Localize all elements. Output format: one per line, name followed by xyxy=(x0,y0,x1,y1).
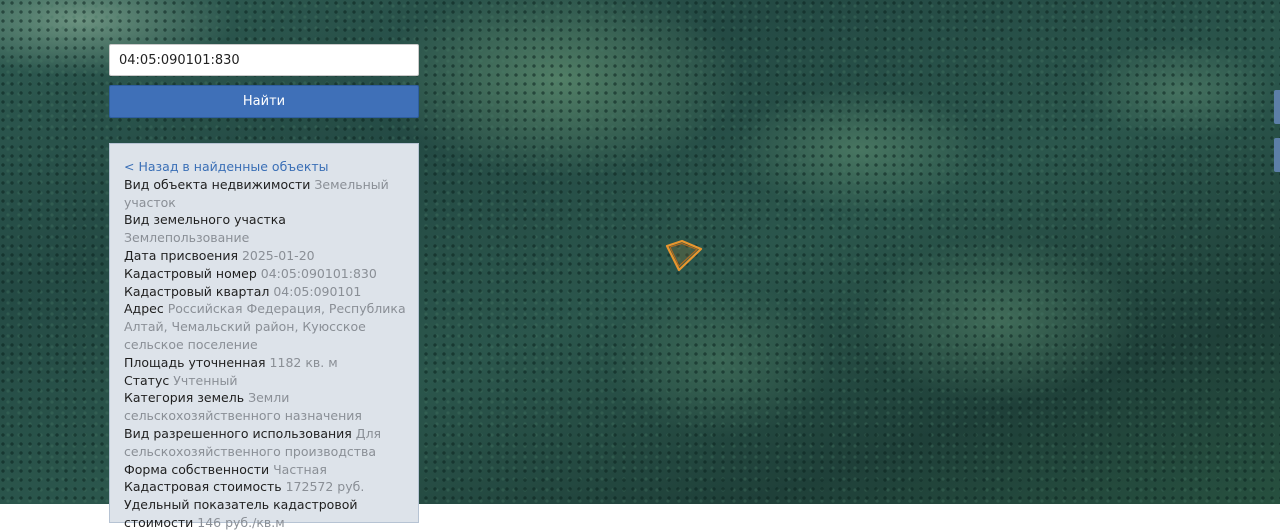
search-input-value: 04:05:090101:830 xyxy=(119,52,240,68)
find-button-label: Найти xyxy=(242,94,286,109)
attribute-label: Вид разрешенного использования xyxy=(124,425,352,441)
attribute-label: Адрес xyxy=(124,301,164,317)
attribute-value: 172572 руб. xyxy=(285,479,365,495)
find-button[interactable]: Найти xyxy=(109,85,419,118)
attribute-value: 1182 кв. м xyxy=(269,354,338,370)
attribute-value: Частная xyxy=(273,461,327,477)
parcel-attribute-row: Кадастровый квартал 04:05:090101 xyxy=(124,283,406,301)
parcel-attribute-row: Кадастровый номер 04:05:090101:830 xyxy=(124,265,406,283)
attribute-label: Кадастровый номер xyxy=(124,265,257,281)
attribute-label: Форма собственности xyxy=(124,461,270,477)
attribute-label: Дата присвоения xyxy=(124,247,238,263)
back-to-results-link[interactable]: < Назад в найденные объекты xyxy=(124,158,406,176)
attribute-value: Учтенный xyxy=(173,372,238,388)
attribute-label: Вид земельного участка xyxy=(124,212,286,228)
attribute-value: Землепользование xyxy=(124,230,250,246)
parcel-attribute-row: Вид разрешенного использования Для сельс… xyxy=(124,425,406,461)
attribute-label: Кадастровая стоимость xyxy=(124,479,282,495)
attribute-label: Статус xyxy=(124,372,170,388)
parcel-outline[interactable] xyxy=(660,236,710,276)
attribute-label: Площадь уточненная xyxy=(124,354,266,370)
map-zoom-in-button[interactable] xyxy=(1274,90,1280,124)
parcel-info-panel: < Назад в найденные объекты Вид объекта … xyxy=(109,143,419,530)
parcel-attribute-row: Кадастровая стоимость 172572 руб. xyxy=(124,478,406,496)
parcel-attribute-row: Адрес Российская Федерация, Республика А… xyxy=(124,300,406,353)
parcel-attribute-row: Удельный показатель кадастровой стоимост… xyxy=(124,496,406,532)
attribute-label: Вид объекта недвижимости xyxy=(124,176,311,192)
attribute-label: Кадастровый квартал xyxy=(124,283,270,299)
parcel-attribute-row: Статус Учтенный xyxy=(124,372,406,390)
parcel-attribute-row: Вид объекта недвижимости Земельный участ… xyxy=(124,176,406,212)
attribute-value: 04:05:090101:830 xyxy=(260,265,377,281)
parcel-attributes-list: Вид объекта недвижимости Земельный участ… xyxy=(124,176,406,532)
search-input[interactable]: 04:05:090101:830 xyxy=(109,44,419,76)
parcel-attribute-row: Форма собственности Частная xyxy=(124,461,406,479)
parcel-attribute-row: Вид земельного участка Землепользование xyxy=(124,211,406,247)
parcel-attribute-row: Площадь уточненная 1182 кв. м xyxy=(124,354,406,372)
parcel-attribute-row: Категория земель Земли сельскохозяйствен… xyxy=(124,389,406,425)
attribute-label: Категория земель xyxy=(124,390,245,406)
map-zoom-out-button[interactable] xyxy=(1274,138,1280,172)
attribute-value: 04:05:090101 xyxy=(273,283,362,299)
parcel-attribute-row: Дата присвоения 2025-01-20 xyxy=(124,247,406,265)
attribute-value: Российская Федерация, Республика Алтай, … xyxy=(124,301,406,352)
attribute-value: 2025-01-20 xyxy=(241,247,315,263)
attribute-value: 146 руб./кв.м xyxy=(197,514,285,530)
